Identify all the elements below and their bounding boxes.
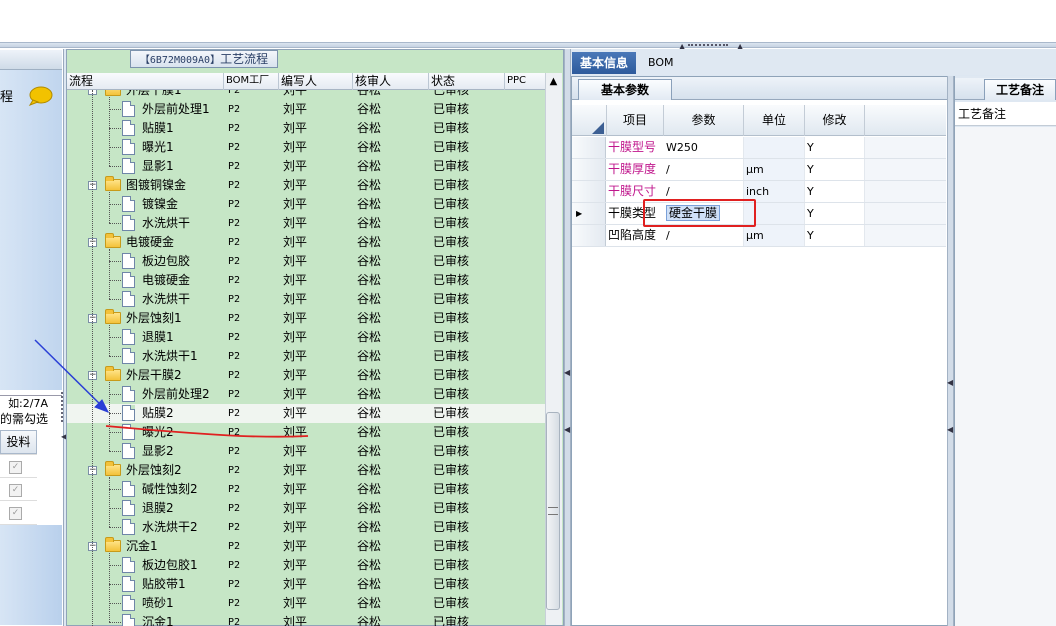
annotation-overlay [34,339,309,438]
